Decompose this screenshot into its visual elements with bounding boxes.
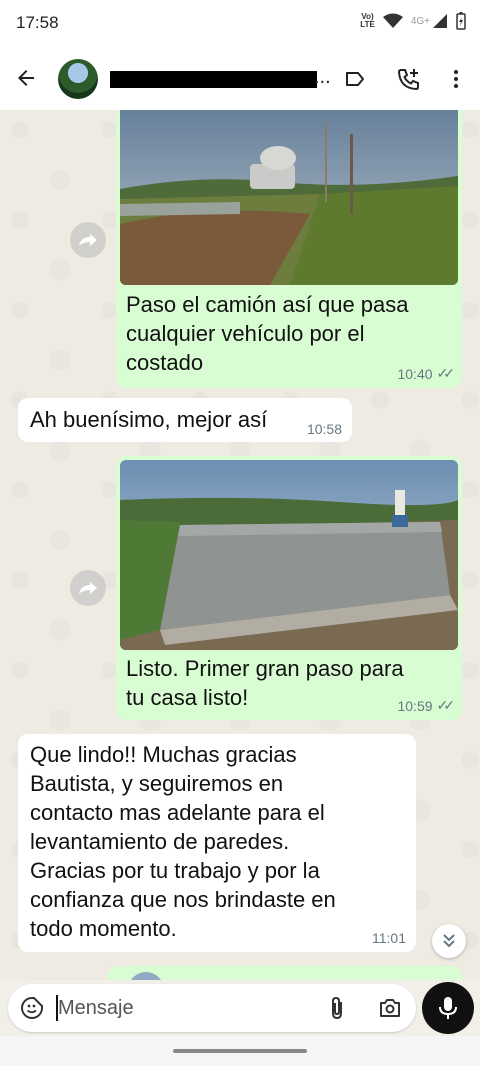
label-button[interactable] <box>343 67 367 96</box>
more-vert-icon <box>454 70 458 88</box>
sticker-button[interactable] <box>20 996 44 1025</box>
text-line: Gracias por tu trabajo y por la <box>30 858 320 883</box>
battery-icon <box>456 12 466 30</box>
message-photo[interactable] <box>120 460 458 650</box>
paperclip-icon <box>332 996 342 1020</box>
message-meta: 10:59 ✓✓ <box>397 697 456 714</box>
read-ticks-icon: ✓✓ <box>436 365 456 381</box>
text-line: levantamiento de paredes. <box>30 829 290 854</box>
caption-line: Listo. Primer gran paso para <box>126 656 404 681</box>
partial-avatar <box>128 972 164 980</box>
volte-icon: Vo) LTE <box>360 13 375 29</box>
chat-header: ... <box>0 48 480 110</box>
message-caption: Paso el camión así que pasa cualquier ve… <box>126 290 409 377</box>
message-photo[interactable] <box>120 110 458 285</box>
caption-line: costado <box>126 350 204 375</box>
message-meta: 10:58 <box>307 421 342 437</box>
scroll-to-bottom-button[interactable] <box>432 924 466 958</box>
read-ticks-icon: ✓✓ <box>436 697 456 713</box>
caption-line: cualquier vehículo por el <box>126 321 365 346</box>
add-call-button[interactable] <box>396 67 422 98</box>
attach-button[interactable] <box>326 996 348 1025</box>
message-bubble-outgoing[interactable]: Paso el camión así que pasa cualquier ve… <box>116 110 462 388</box>
contact-name[interactable]: ... <box>314 66 331 89</box>
text-line: Bautista, y seguiremos en <box>30 771 284 796</box>
message-time: 10:59 <box>397 697 433 714</box>
text-line: todo momento. <box>30 916 177 941</box>
contact-avatar[interactable] <box>58 59 98 99</box>
status-time: 17:58 <box>16 13 59 32</box>
text-line: contacto mas adelante para el <box>30 800 325 825</box>
message-bubble-incoming[interactable]: Que lindo!! Muchas gracias Bautista, y s… <box>18 734 416 952</box>
message-time: 10:40 <box>397 365 433 382</box>
message-composer[interactable]: Mensaje <box>8 984 416 1032</box>
message-caption: Listo. Primer gran paso para tu casa lis… <box>126 654 404 712</box>
message-meta: 11:01 <box>372 930 406 946</box>
caption-line: Paso el camión así que pasa <box>126 292 409 317</box>
sticker-icon <box>21 997 43 1019</box>
camera-button[interactable] <box>378 996 402 1025</box>
text-line: confianza que nos brindaste en <box>30 887 336 912</box>
more-options-button[interactable] <box>444 67 468 96</box>
voice-message-button[interactable] <box>422 982 474 1034</box>
forward-icon <box>79 234 97 246</box>
message-time: 11:01 <box>372 930 406 946</box>
network-type-label: 4G+ <box>410 15 430 27</box>
volte-bottom-label: LTE <box>360 20 375 29</box>
back-arrow-icon <box>18 70 34 86</box>
message-bubble-outgoing-partial[interactable] <box>108 966 462 980</box>
wifi-icon <box>382 13 403 28</box>
back-button[interactable] <box>14 66 38 95</box>
photo-concrete-slab <box>120 460 458 650</box>
forward-icon <box>79 582 97 594</box>
caption-line: tu casa listo! <box>126 685 249 710</box>
message-bubble-incoming[interactable]: Ah buenísimo, mejor así 10:58 <box>18 398 352 442</box>
system-navigation-bar <box>0 1036 480 1066</box>
contact-name-redacted[interactable] <box>110 71 317 88</box>
message-text: Que lindo!! Muchas gracias Bautista, y s… <box>30 740 336 943</box>
message-input[interactable]: Mensaje <box>58 997 134 1020</box>
microphone-icon <box>439 997 457 1019</box>
status-icons: Vo) LTE 4G+ <box>360 12 466 30</box>
forward-button[interactable] <box>70 222 106 258</box>
message-text: Ah buenísimo, mejor así <box>30 407 268 432</box>
photo-concrete-truck <box>120 110 458 285</box>
home-gesture-pill[interactable] <box>173 1049 307 1053</box>
camera-icon <box>380 999 400 1017</box>
text-line: Que lindo!! Muchas gracias <box>30 742 297 767</box>
message-time: 10:58 <box>306 421 342 437</box>
double-chevron-down-icon <box>443 934 455 948</box>
status-bar: 17:58 Vo) LTE 4G+ <box>0 0 480 48</box>
chat-area[interactable]: Paso el camión así que pasa cualquier ve… <box>0 110 480 980</box>
message-bubble-outgoing[interactable]: Listo. Primer gran paso para tu casa lis… <box>116 456 462 720</box>
signal-icon <box>433 14 447 28</box>
add-call-icon <box>397 69 419 91</box>
message-meta: 10:40 ✓✓ <box>397 365 456 382</box>
forward-button[interactable] <box>70 570 106 606</box>
label-icon <box>346 72 364 86</box>
